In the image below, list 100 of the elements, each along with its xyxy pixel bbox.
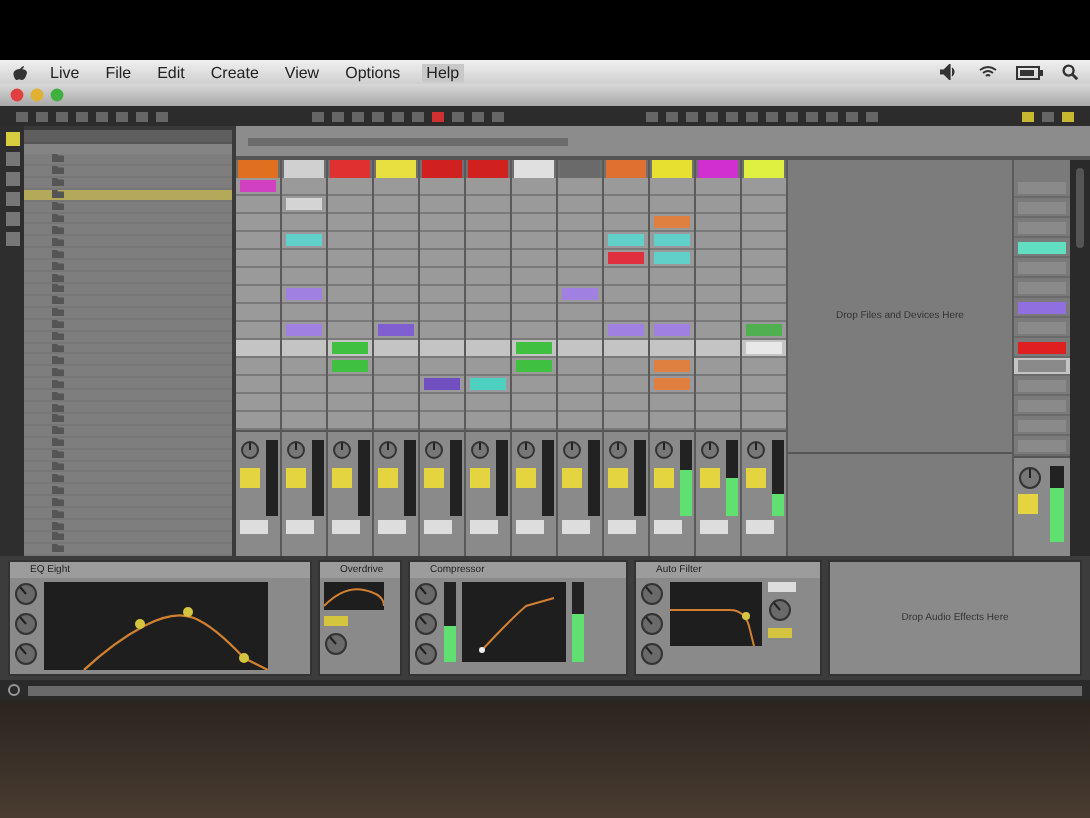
clip-slot[interactable] bbox=[512, 232, 556, 250]
menu-item[interactable]: File bbox=[101, 63, 136, 81]
clip-slot[interactable] bbox=[328, 286, 372, 304]
browser-item[interactable] bbox=[24, 354, 232, 367]
clip-slot[interactable] bbox=[512, 250, 556, 268]
clip-slot[interactable] bbox=[236, 412, 280, 430]
send-field[interactable] bbox=[378, 520, 406, 534]
volume-knob-icon[interactable] bbox=[286, 440, 306, 460]
browser-item[interactable] bbox=[24, 343, 232, 355]
track-activator-button[interactable] bbox=[608, 468, 628, 488]
clip-slot[interactable] bbox=[420, 286, 464, 304]
clip-slot[interactable] bbox=[742, 250, 786, 268]
browser-item[interactable] bbox=[24, 236, 232, 249]
track-header[interactable] bbox=[514, 160, 554, 178]
clip[interactable] bbox=[286, 288, 322, 300]
browser-item[interactable] bbox=[24, 319, 232, 332]
scene-launch-button[interactable] bbox=[1018, 301, 1066, 313]
clip-slot[interactable] bbox=[604, 340, 648, 358]
clip-slot[interactable] bbox=[558, 358, 602, 376]
track-header[interactable] bbox=[606, 160, 646, 178]
clip-slot[interactable] bbox=[650, 376, 694, 394]
volume-knob-icon[interactable] bbox=[470, 440, 490, 460]
clip-slot[interactable] bbox=[236, 304, 280, 322]
clip-slot[interactable] bbox=[512, 322, 556, 340]
clip-slot[interactable] bbox=[420, 322, 464, 340]
clip-slot[interactable] bbox=[512, 394, 556, 412]
clip-slot[interactable] bbox=[558, 304, 602, 322]
clip-slot[interactable] bbox=[604, 376, 648, 394]
clip-slot[interactable] bbox=[696, 214, 740, 232]
volume-knob-icon[interactable] bbox=[654, 440, 674, 460]
clip[interactable] bbox=[654, 234, 690, 246]
clip-slot[interactable] bbox=[558, 178, 602, 196]
send-field[interactable] bbox=[424, 520, 452, 534]
browser-item[interactable] bbox=[24, 390, 232, 403]
clip-slot[interactable] bbox=[374, 412, 418, 430]
clip-slot[interactable] bbox=[420, 340, 464, 358]
clip-slot[interactable] bbox=[558, 214, 602, 232]
clip-slot[interactable] bbox=[696, 196, 740, 214]
clip-slot[interactable] bbox=[650, 358, 694, 376]
clip-slot[interactable] bbox=[466, 304, 510, 322]
clip-slot[interactable] bbox=[512, 268, 556, 286]
track-header[interactable] bbox=[560, 160, 600, 178]
clip-slot[interactable] bbox=[742, 268, 786, 286]
clip-slot[interactable] bbox=[696, 250, 740, 268]
knob-icon[interactable] bbox=[768, 598, 792, 622]
clip-slot[interactable] bbox=[236, 178, 280, 196]
clip-slot[interactable] bbox=[374, 340, 418, 358]
browser-item[interactable] bbox=[24, 366, 232, 379]
clip-slot[interactable] bbox=[604, 322, 648, 340]
scene-slot[interactable] bbox=[1014, 198, 1070, 218]
volume-knob-icon[interactable] bbox=[332, 440, 352, 460]
clip-slot[interactable] bbox=[558, 250, 602, 268]
scene-launch-button[interactable] bbox=[1018, 439, 1066, 451]
clip-slot[interactable] bbox=[558, 322, 602, 340]
menu-item[interactable]: Options bbox=[341, 63, 405, 81]
scene-slot[interactable] bbox=[1014, 416, 1070, 436]
clip[interactable] bbox=[654, 216, 690, 228]
value-field[interactable] bbox=[768, 582, 796, 592]
volume-knob-icon[interactable] bbox=[562, 440, 582, 460]
browser-item[interactable] bbox=[24, 331, 232, 344]
clip-slot[interactable] bbox=[374, 250, 418, 268]
scene-launch-button[interactable] bbox=[1018, 399, 1066, 411]
clip-slot[interactable] bbox=[466, 376, 510, 394]
clip-slot[interactable] bbox=[236, 232, 280, 250]
volume-knob-icon[interactable] bbox=[608, 440, 628, 460]
track-activator-button[interactable] bbox=[378, 468, 398, 488]
send-field[interactable] bbox=[562, 520, 590, 534]
clip[interactable] bbox=[654, 378, 690, 390]
send-field[interactable] bbox=[746, 520, 774, 534]
clip-slot[interactable] bbox=[420, 304, 464, 322]
scroll-bar[interactable] bbox=[1070, 160, 1090, 556]
clip-slot[interactable] bbox=[696, 232, 740, 250]
menu-item[interactable]: Create bbox=[206, 63, 263, 81]
clip-slot[interactable] bbox=[558, 196, 602, 214]
scene-launch-button[interactable] bbox=[1018, 419, 1066, 431]
track-header[interactable] bbox=[652, 160, 692, 178]
track-activator-button[interactable] bbox=[516, 468, 536, 488]
clip-slot[interactable] bbox=[742, 376, 786, 394]
clip-slot[interactable] bbox=[650, 286, 694, 304]
clip-slot[interactable] bbox=[466, 340, 510, 358]
clip-slot[interactable] bbox=[328, 304, 372, 322]
clip-slot[interactable] bbox=[328, 178, 372, 196]
scene-launch-button[interactable] bbox=[1018, 241, 1066, 253]
send-field[interactable] bbox=[332, 520, 360, 534]
clip-slot[interactable] bbox=[420, 394, 464, 412]
browser-item[interactable] bbox=[24, 496, 232, 509]
clip-slot[interactable] bbox=[512, 358, 556, 376]
clip[interactable] bbox=[424, 378, 460, 390]
scene-slot[interactable] bbox=[1014, 278, 1070, 298]
clip-slot[interactable] bbox=[420, 214, 464, 232]
clip-slot[interactable] bbox=[558, 412, 602, 430]
clip-slot[interactable] bbox=[650, 250, 694, 268]
scene-slot[interactable] bbox=[1014, 358, 1070, 376]
clip-slot[interactable] bbox=[558, 286, 602, 304]
send-field[interactable] bbox=[608, 520, 636, 534]
clip-slot[interactable] bbox=[466, 214, 510, 232]
knob-icon[interactable] bbox=[640, 612, 664, 636]
clip-slot[interactable] bbox=[236, 250, 280, 268]
clip-slot[interactable] bbox=[696, 268, 740, 286]
clip-slot[interactable] bbox=[236, 286, 280, 304]
